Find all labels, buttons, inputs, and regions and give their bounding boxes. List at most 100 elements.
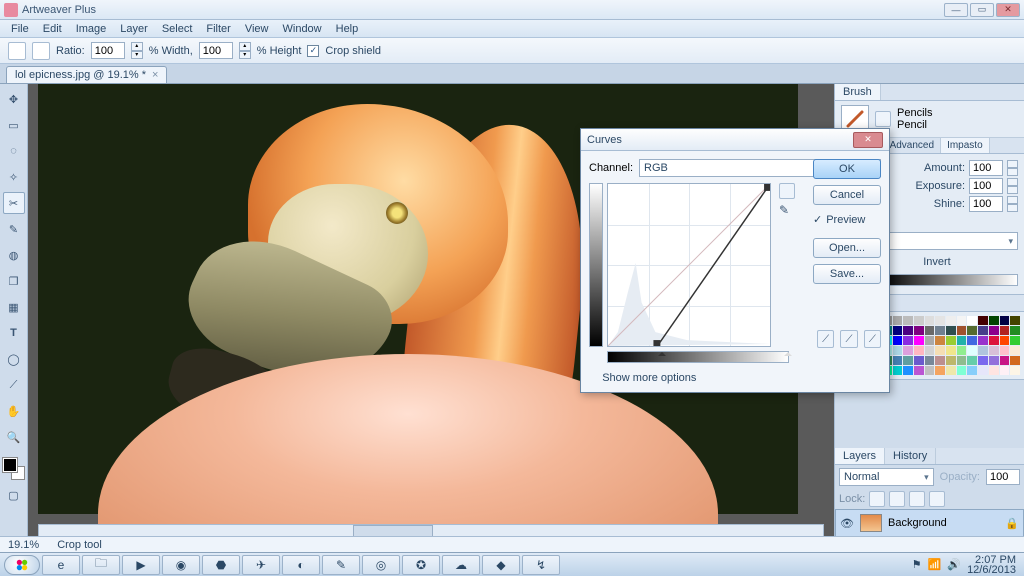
dialog-close-button[interactable]: ✕: [853, 132, 883, 148]
tab-layers[interactable]: Layers: [835, 448, 885, 464]
shine-spinner[interactable]: [1007, 196, 1018, 212]
color-swatch[interactable]: [903, 336, 913, 345]
move-tool-icon[interactable]: ✥: [3, 88, 25, 110]
curves-graph[interactable]: [607, 183, 771, 347]
color-swatch[interactable]: [893, 366, 903, 375]
color-swatch[interactable]: [957, 316, 967, 325]
color-swatch[interactable]: [946, 366, 956, 375]
color-swatch[interactable]: [925, 326, 935, 335]
crop-shield-checkbox[interactable]: ✓: [307, 45, 319, 57]
layer-row[interactable]: 👁 Background 🔒: [835, 509, 1024, 537]
menu-file[interactable]: File: [4, 23, 36, 35]
menu-edit[interactable]: Edit: [36, 23, 69, 35]
color-swatch[interactable]: [1010, 346, 1020, 355]
menu-layer[interactable]: Layer: [113, 23, 155, 35]
exposure-field[interactable]: 100: [969, 178, 1003, 194]
shine-field[interactable]: 100: [969, 196, 1003, 212]
cancel-button[interactable]: Cancel: [813, 185, 881, 205]
ratio-height-field[interactable]: 100: [199, 42, 233, 59]
taskbar-clock[interactable]: 2:07 PM 12/6/2013: [967, 555, 1020, 575]
color-swatch[interactable]: [1000, 326, 1010, 335]
subtab-impasto[interactable]: Impasto: [941, 138, 990, 153]
color-swatch[interactable]: [978, 336, 988, 345]
white-point-slider[interactable]: [784, 348, 792, 356]
taskbar-ie-icon[interactable]: e: [42, 555, 80, 575]
taskbar-app-icon-3[interactable]: ◐: [282, 555, 320, 575]
close-button[interactable]: ✕: [996, 3, 1020, 17]
zoom-tool-icon[interactable]: 🔍: [3, 426, 25, 448]
color-swatch[interactable]: [978, 366, 988, 375]
menu-window[interactable]: Window: [276, 23, 329, 35]
taskbar-app-icon-5[interactable]: ☁: [442, 555, 480, 575]
lock-all-icon[interactable]: [929, 491, 945, 507]
color-swatch[interactable]: [989, 316, 999, 325]
aspect-icon[interactable]: [32, 42, 50, 60]
color-swatch[interactable]: [914, 366, 924, 375]
start-button[interactable]: [4, 555, 40, 575]
color-swatch[interactable]: [978, 356, 988, 365]
color-swatch[interactable]: [946, 346, 956, 355]
color-swatch[interactable]: [914, 326, 924, 335]
text-tool-icon[interactable]: T: [3, 322, 25, 344]
preview-checkbox[interactable]: ✓: [813, 213, 822, 226]
stamp-tool-icon[interactable]: ❐: [3, 270, 25, 292]
color-swatch[interactable]: [935, 316, 945, 325]
color-swatch[interactable]: [925, 316, 935, 325]
taskbar-chrome-icon[interactable]: ◉: [162, 555, 200, 575]
dialog-titlebar[interactable]: Curves ✕: [581, 129, 889, 151]
color-swatch[interactable]: [978, 346, 988, 355]
color-swatch[interactable]: [935, 346, 945, 355]
ok-button[interactable]: OK: [813, 159, 881, 179]
amount-spinner[interactable]: [1007, 160, 1018, 176]
lock-transparent-icon[interactable]: [869, 491, 885, 507]
color-swatch[interactable]: [989, 366, 999, 375]
color-swatch[interactable]: [989, 346, 999, 355]
amount-field[interactable]: 100: [969, 160, 1003, 176]
color-swatch[interactable]: [1000, 356, 1010, 365]
lock-position-icon[interactable]: [909, 491, 925, 507]
eraser-tool-icon[interactable]: ◍: [3, 244, 25, 266]
curve-point-white[interactable]: [764, 184, 770, 191]
color-swatch[interactable]: [967, 336, 977, 345]
tray-volume-icon[interactable]: 🔊: [947, 558, 961, 571]
ratio-width-field[interactable]: 100: [91, 42, 125, 59]
visibility-icon[interactable]: 👁: [840, 517, 854, 530]
document-tab[interactable]: lol epicness.jpg @ 19.1% * ×: [6, 66, 167, 83]
color-swatch[interactable]: [903, 366, 913, 375]
curve-point-black[interactable]: [653, 340, 660, 346]
eyedropper-gray-icon[interactable]: ⟋: [840, 330, 857, 348]
color-swatch[interactable]: [914, 336, 924, 345]
tab-brush[interactable]: Brush: [835, 84, 881, 100]
taskbar-picasa-icon[interactable]: ◎: [362, 555, 400, 575]
color-swatch[interactable]: [935, 326, 945, 335]
color-swatch[interactable]: [903, 356, 913, 365]
color-swatch[interactable]: [1000, 366, 1010, 375]
color-swatch[interactable]: [978, 316, 988, 325]
crop-tool-icon[interactable]: ✂: [3, 192, 25, 214]
color-swatch[interactable]: [967, 316, 977, 325]
blend-mode-dropdown[interactable]: Normal: [839, 468, 934, 486]
taskbar-app-icon-7[interactable]: ↯: [522, 555, 560, 575]
color-swatch[interactable]: [1010, 336, 1020, 345]
color-swatch[interactable]: [967, 366, 977, 375]
eyedropper-tool-icon[interactable]: ⟋: [3, 374, 25, 396]
invert-checkbox[interactable]: ✓: [910, 256, 919, 269]
menu-filter[interactable]: Filter: [199, 23, 237, 35]
menu-image[interactable]: Image: [69, 23, 114, 35]
eyedropper-black-icon[interactable]: ⟋: [817, 330, 834, 348]
color-swatch[interactable]: [925, 366, 935, 375]
screen-mode-icon[interactable]: ▢: [3, 484, 25, 506]
close-tab-icon[interactable]: ×: [152, 69, 158, 81]
fg-color-swatch[interactable]: [3, 458, 17, 472]
ratio-width-spinner[interactable]: ▴▾: [131, 42, 143, 59]
color-swatch[interactable]: [989, 326, 999, 335]
taskbar-app-icon-2[interactable]: ✈: [242, 555, 280, 575]
color-swatch[interactable]: [903, 326, 913, 335]
curve-tool-icon[interactable]: [779, 183, 795, 199]
brush-menu-icon[interactable]: [875, 111, 891, 127]
color-swatch[interactable]: [957, 346, 967, 355]
tab-history[interactable]: History: [885, 448, 936, 464]
maximize-button[interactable]: ▭: [970, 3, 994, 17]
wand-tool-icon[interactable]: ✧: [3, 166, 25, 188]
color-swatch[interactable]: [935, 366, 945, 375]
